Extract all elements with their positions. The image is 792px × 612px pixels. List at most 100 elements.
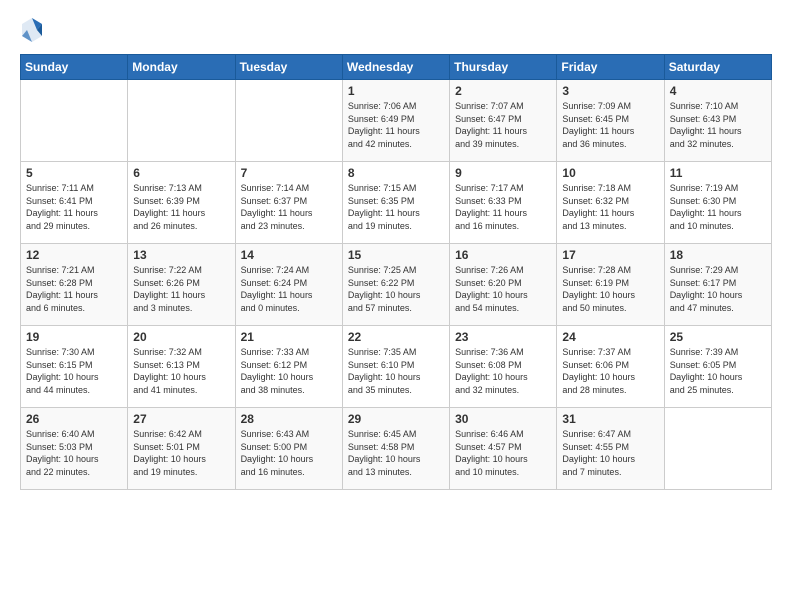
day-number: 20 — [133, 330, 229, 344]
day-number: 10 — [562, 166, 658, 180]
header-cell-sunday: Sunday — [21, 55, 128, 80]
day-info: Sunrise: 7:25 AM Sunset: 6:22 PM Dayligh… — [348, 264, 444, 314]
day-info: Sunrise: 7:07 AM Sunset: 6:47 PM Dayligh… — [455, 100, 551, 150]
day-number: 9 — [455, 166, 551, 180]
header-cell-wednesday: Wednesday — [342, 55, 449, 80]
day-cell: 28 Sunrise: 6:43 AM Sunset: 5:00 PM Dayli… — [235, 408, 342, 490]
day-info: Sunrise: 7:13 AM Sunset: 6:39 PM Dayligh… — [133, 182, 229, 232]
day-number: 18 — [670, 248, 766, 262]
day-number: 26 — [26, 412, 122, 426]
day-number: 29 — [348, 412, 444, 426]
day-cell: 31 Sunrise: 6:47 AM Sunset: 4:55 PM Dayli… — [557, 408, 664, 490]
day-cell — [128, 80, 235, 162]
logo — [20, 16, 48, 44]
day-cell: 24 Sunrise: 7:37 AM Sunset: 6:06 PM Dayli… — [557, 326, 664, 408]
day-number: 21 — [241, 330, 337, 344]
day-info: Sunrise: 7:28 AM Sunset: 6:19 PM Dayligh… — [562, 264, 658, 314]
day-cell: 10 Sunrise: 7:18 AM Sunset: 6:32 PM Dayli… — [557, 162, 664, 244]
day-number: 3 — [562, 84, 658, 98]
header-cell-friday: Friday — [557, 55, 664, 80]
day-info: Sunrise: 7:21 AM Sunset: 6:28 PM Dayligh… — [26, 264, 122, 314]
day-cell: 3 Sunrise: 7:09 AM Sunset: 6:45 PM Daylig… — [557, 80, 664, 162]
day-cell: 8 Sunrise: 7:15 AM Sunset: 6:35 PM Daylig… — [342, 162, 449, 244]
day-info: Sunrise: 7:30 AM Sunset: 6:15 PM Dayligh… — [26, 346, 122, 396]
day-info: Sunrise: 7:18 AM Sunset: 6:32 PM Dayligh… — [562, 182, 658, 232]
day-number: 11 — [670, 166, 766, 180]
day-info: Sunrise: 7:09 AM Sunset: 6:45 PM Dayligh… — [562, 100, 658, 150]
day-cell: 26 Sunrise: 6:40 AM Sunset: 5:03 PM Dayli… — [21, 408, 128, 490]
day-cell: 7 Sunrise: 7:14 AM Sunset: 6:37 PM Daylig… — [235, 162, 342, 244]
calendar-header: SundayMondayTuesdayWednesdayThursdayFrid… — [21, 55, 772, 80]
day-number: 12 — [26, 248, 122, 262]
day-cell: 4 Sunrise: 7:10 AM Sunset: 6:43 PM Daylig… — [664, 80, 771, 162]
day-info: Sunrise: 7:14 AM Sunset: 6:37 PM Dayligh… — [241, 182, 337, 232]
header-cell-tuesday: Tuesday — [235, 55, 342, 80]
day-info: Sunrise: 6:47 AM Sunset: 4:55 PM Dayligh… — [562, 428, 658, 478]
day-number: 22 — [348, 330, 444, 344]
day-cell: 16Sunrise: 7:26 AM Sunset: 6:20 PM Dayli… — [450, 244, 557, 326]
day-info: Sunrise: 6:43 AM Sunset: 5:00 PM Dayligh… — [241, 428, 337, 478]
day-number: 4 — [670, 84, 766, 98]
day-cell: 1Sunrise: 7:06 AM Sunset: 6:49 PM Daylig… — [342, 80, 449, 162]
day-info: Sunrise: 7:10 AM Sunset: 6:43 PM Dayligh… — [670, 100, 766, 150]
day-number: 8 — [348, 166, 444, 180]
day-cell: 19 Sunrise: 7:30 AM Sunset: 6:15 PM Dayli… — [21, 326, 128, 408]
header-cell-saturday: Saturday — [664, 55, 771, 80]
day-number: 6 — [133, 166, 229, 180]
day-number: 28 — [241, 412, 337, 426]
day-number: 30 — [455, 412, 551, 426]
week-row-0: 1Sunrise: 7:06 AM Sunset: 6:49 PM Daylig… — [21, 80, 772, 162]
day-info: Sunrise: 7:33 AM Sunset: 6:12 PM Dayligh… — [241, 346, 337, 396]
day-info: Sunrise: 7:26 AM Sunset: 6:20 PM Dayligh… — [455, 264, 551, 314]
day-number: 24 — [562, 330, 658, 344]
week-row-2: 12 Sunrise: 7:21 AM Sunset: 6:28 PM Dayli… — [21, 244, 772, 326]
day-info: Sunrise: 7:06 AM Sunset: 6:49 PM Dayligh… — [348, 100, 444, 150]
day-cell: 13 Sunrise: 7:22 AM Sunset: 6:26 PM Dayli… — [128, 244, 235, 326]
day-info: Sunrise: 7:15 AM Sunset: 6:35 PM Dayligh… — [348, 182, 444, 232]
day-info: Sunrise: 7:36 AM Sunset: 6:08 PM Dayligh… — [455, 346, 551, 396]
day-number: 15 — [348, 248, 444, 262]
day-info: Sunrise: 7:22 AM Sunset: 6:26 PM Dayligh… — [133, 264, 229, 314]
day-info: Sunrise: 7:29 AM Sunset: 6:17 PM Dayligh… — [670, 264, 766, 314]
header-row: SundayMondayTuesdayWednesdayThursdayFrid… — [21, 55, 772, 80]
day-number: 17 — [562, 248, 658, 262]
day-number: 27 — [133, 412, 229, 426]
calendar-table: SundayMondayTuesdayWednesdayThursdayFrid… — [20, 54, 772, 490]
day-cell — [664, 408, 771, 490]
day-cell: 5Sunrise: 7:11 AM Sunset: 6:41 PM Daylig… — [21, 162, 128, 244]
day-cell — [21, 80, 128, 162]
logo-icon — [20, 16, 44, 44]
day-cell: 12 Sunrise: 7:21 AM Sunset: 6:28 PM Dayli… — [21, 244, 128, 326]
day-cell: 25 Sunrise: 7:39 AM Sunset: 6:05 PM Dayli… — [664, 326, 771, 408]
day-info: Sunrise: 6:46 AM Sunset: 4:57 PM Dayligh… — [455, 428, 551, 478]
header-cell-monday: Monday — [128, 55, 235, 80]
day-info: Sunrise: 6:40 AM Sunset: 5:03 PM Dayligh… — [26, 428, 122, 478]
day-number: 31 — [562, 412, 658, 426]
day-number: 7 — [241, 166, 337, 180]
day-cell: 27Sunrise: 6:42 AM Sunset: 5:01 PM Dayli… — [128, 408, 235, 490]
day-cell: 9Sunrise: 7:17 AM Sunset: 6:33 PM Daylig… — [450, 162, 557, 244]
day-number: 5 — [26, 166, 122, 180]
day-cell: 20 Sunrise: 7:32 AM Sunset: 6:13 PM Dayli… — [128, 326, 235, 408]
calendar-page: SundayMondayTuesdayWednesdayThursdayFrid… — [0, 0, 792, 612]
day-cell: 17 Sunrise: 7:28 AM Sunset: 6:19 PM Dayli… — [557, 244, 664, 326]
day-number: 19 — [26, 330, 122, 344]
day-info: Sunrise: 6:45 AM Sunset: 4:58 PM Dayligh… — [348, 428, 444, 478]
page-header — [20, 16, 772, 44]
day-info: Sunrise: 7:35 AM Sunset: 6:10 PM Dayligh… — [348, 346, 444, 396]
day-number: 23 — [455, 330, 551, 344]
day-info: Sunrise: 7:37 AM Sunset: 6:06 PM Dayligh… — [562, 346, 658, 396]
day-cell: 15 Sunrise: 7:25 AM Sunset: 6:22 PM Dayli… — [342, 244, 449, 326]
day-number: 13 — [133, 248, 229, 262]
day-cell: 23 Sunrise: 7:36 AM Sunset: 6:08 PM Dayli… — [450, 326, 557, 408]
day-cell: 18 Sunrise: 7:29 AM Sunset: 6:17 PM Dayli… — [664, 244, 771, 326]
header-cell-thursday: Thursday — [450, 55, 557, 80]
day-info: Sunrise: 7:32 AM Sunset: 6:13 PM Dayligh… — [133, 346, 229, 396]
calendar-body: 1Sunrise: 7:06 AM Sunset: 6:49 PM Daylig… — [21, 80, 772, 490]
day-cell: 6 Sunrise: 7:13 AM Sunset: 6:39 PM Daylig… — [128, 162, 235, 244]
day-info: Sunrise: 7:24 AM Sunset: 6:24 PM Dayligh… — [241, 264, 337, 314]
day-info: Sunrise: 7:39 AM Sunset: 6:05 PM Dayligh… — [670, 346, 766, 396]
day-cell: 14Sunrise: 7:24 AM Sunset: 6:24 PM Dayli… — [235, 244, 342, 326]
day-number: 25 — [670, 330, 766, 344]
week-row-1: 5Sunrise: 7:11 AM Sunset: 6:41 PM Daylig… — [21, 162, 772, 244]
